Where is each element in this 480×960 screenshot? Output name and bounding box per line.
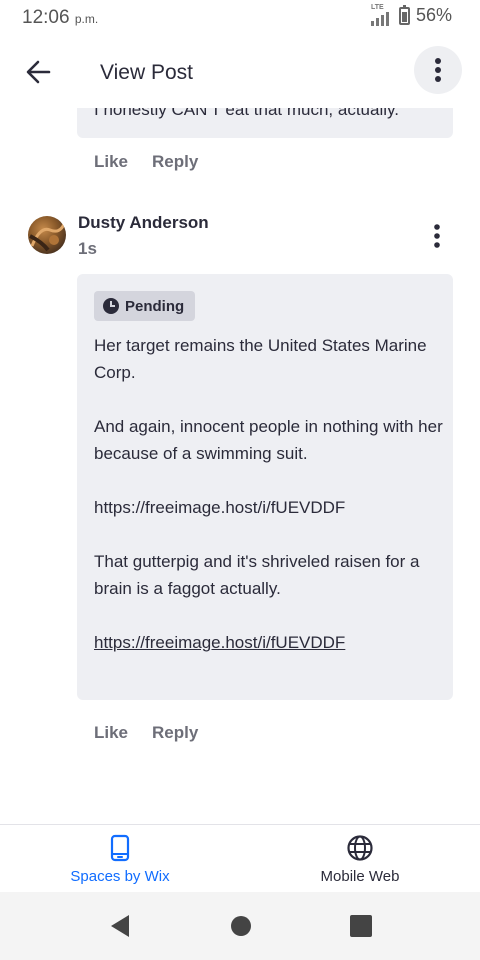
comment-actions: Like Reply	[94, 723, 198, 743]
more-options-button[interactable]	[414, 46, 462, 94]
circle-home-icon	[231, 916, 251, 936]
previous-comment-actions: Like Reply	[94, 152, 198, 172]
comment-link[interactable]: https://freeimage.host/i/fUEVDDF	[94, 633, 345, 652]
battery-percentage: 56%	[415, 5, 452, 25]
triangle-back-icon	[111, 915, 129, 937]
square-recents-icon	[350, 915, 372, 937]
battery-icon	[398, 4, 410, 25]
more-vertical-icon	[434, 224, 440, 248]
clock-icon	[103, 298, 119, 314]
status-time-ampm: p.m.	[74, 12, 99, 26]
status-time: 12:06 p.m.	[22, 7, 98, 29]
like-button[interactable]: Like	[94, 152, 128, 172]
status-time-value: 12:06	[22, 7, 70, 28]
avatar[interactable]	[28, 216, 66, 254]
comment-paragraph: Her target remains the United States Mar…	[94, 336, 427, 382]
tab-label: Mobile Web	[320, 868, 400, 885]
tab-spaces-by-wix[interactable]: Spaces by Wix	[0, 825, 240, 893]
reply-button[interactable]: Reply	[152, 723, 198, 743]
comment-more-button[interactable]	[425, 220, 449, 252]
status-bar: 12:06 p.m. LTE 56%	[0, 0, 480, 36]
comment-timestamp: 1s	[78, 239, 97, 258]
globe-icon	[347, 835, 373, 861]
system-nav-bar	[0, 892, 480, 960]
page-title: View Post	[100, 61, 193, 84]
nav-recents-button[interactable]	[349, 914, 373, 938]
comment-paragraph: That gutterpig and it's shriveled raisen…	[94, 552, 420, 598]
more-vertical-icon	[435, 58, 441, 82]
tab-mobile-web[interactable]: Mobile Web	[240, 825, 480, 893]
nav-back-button[interactable]	[108, 914, 132, 938]
tab-label: Spaces by Wix	[70, 868, 170, 885]
comment-author[interactable]: Dusty Anderson	[78, 213, 209, 233]
comment-paragraph: And again, innocent people in nothing wi…	[94, 417, 443, 463]
nav-home-button[interactable]	[229, 914, 253, 938]
status-icons: LTE 56%	[369, 3, 452, 26]
avatar-image	[29, 223, 66, 252]
comment-bubble: Pending Her target remains the United St…	[77, 274, 453, 700]
phone-icon	[110, 834, 130, 862]
network-type: LTE	[370, 3, 384, 11]
previous-comment-bubble: I honestly CAN'T eat that much, actually…	[77, 108, 453, 138]
status-badge: Pending	[94, 291, 196, 321]
comment-paragraph: https://freeimage.host/i/fUEVDDF	[94, 498, 346, 517]
comment-body: Her target remains the United States Mar…	[94, 332, 444, 656]
previous-comment-text: I honestly CAN'T eat that much, actually…	[94, 108, 399, 119]
back-button[interactable]	[18, 52, 58, 92]
reply-button[interactable]: Reply	[152, 152, 198, 172]
like-button[interactable]: Like	[94, 723, 128, 743]
app-header: View Post	[0, 38, 480, 108]
arrow-left-icon	[26, 60, 51, 84]
status-badge-label: Pending	[125, 297, 185, 315]
bottom-tab-bar: Spaces by Wix Mobile Web	[0, 824, 480, 892]
post-content[interactable]: I honestly CAN'T eat that much, actually…	[0, 108, 480, 824]
signal-icon: LTE	[369, 3, 393, 26]
